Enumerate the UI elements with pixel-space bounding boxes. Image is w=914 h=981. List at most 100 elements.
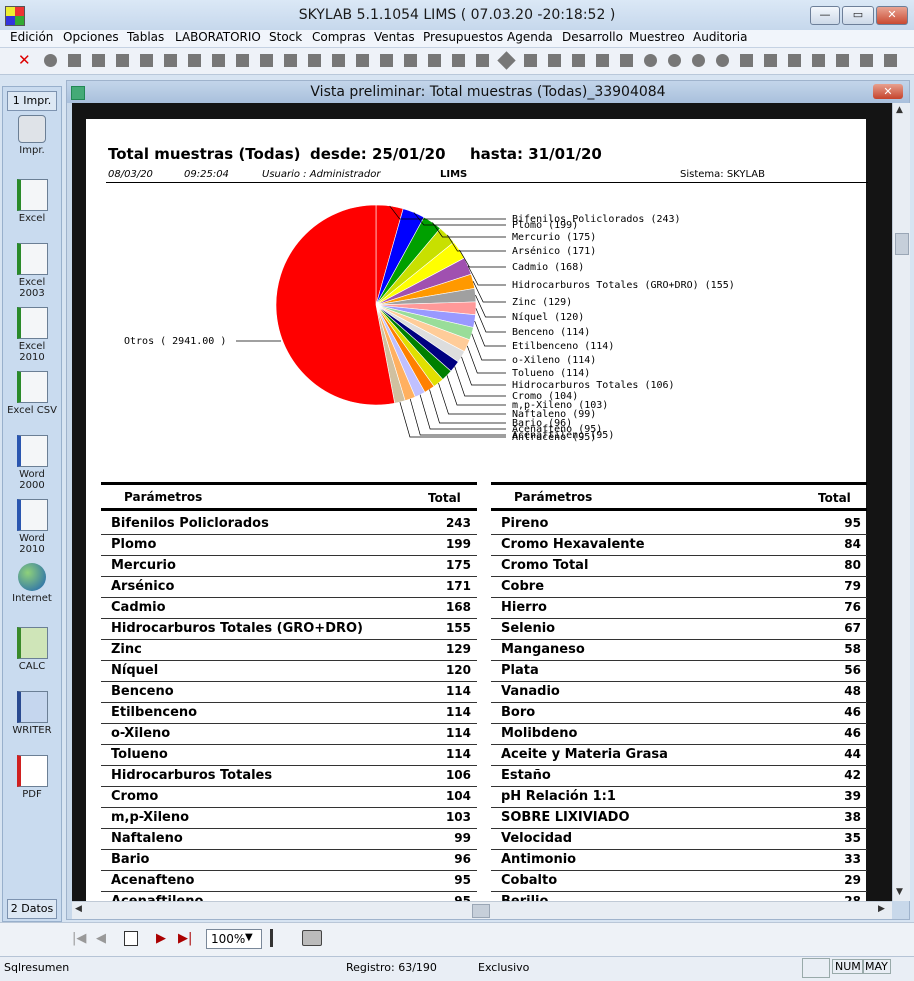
export-excel-csv[interactable]: Excel CSV: [5, 371, 59, 416]
export-word-2010[interactable]: Word 2010: [5, 499, 59, 555]
status-registro: Registro: 63/190: [346, 961, 437, 974]
export-internet[interactable]: Internet: [5, 563, 59, 604]
menu-desarrollo[interactable]: Desarrollo: [562, 30, 623, 44]
toolbar-button-8[interactable]: [212, 54, 225, 67]
first-page-icon[interactable]: |◀: [72, 931, 86, 946]
export-excel[interactable]: Excel: [5, 179, 59, 224]
toolbar-button-31[interactable]: [764, 54, 777, 67]
last-page-icon[interactable]: ▶|: [178, 931, 192, 946]
menu-laboratorio[interactable]: LABORATORIO: [175, 30, 261, 44]
export-pdf[interactable]: PDF: [5, 755, 59, 800]
toolbar-button-5[interactable]: [140, 54, 153, 67]
toolbar-button-1[interactable]: [44, 54, 57, 67]
toolbar-button-16[interactable]: [404, 54, 417, 67]
toolbar-button-7[interactable]: [188, 54, 201, 67]
report-viewport[interactable]: Total muestras (Todas) desde: 25/01/20 h…: [72, 103, 892, 901]
toolbar-button-26[interactable]: [644, 54, 657, 67]
export-impr[interactable]: Impr.: [5, 115, 59, 156]
excel-icon: [16, 243, 48, 275]
print-icon[interactable]: [302, 930, 322, 946]
data-tab-button[interactable]: 2 Datos: [7, 899, 57, 919]
param-total: 155: [445, 621, 471, 635]
vertical-scroll-thumb[interactable]: [895, 233, 909, 255]
toolbar-button-11[interactable]: [284, 54, 297, 67]
vertical-scrollbar[interactable]: ▲ ▼: [892, 103, 910, 901]
prev-page-icon[interactable]: ◀: [96, 931, 106, 946]
table-row: Tolueno 114: [101, 745, 477, 766]
minimize-button[interactable]: —: [810, 6, 840, 25]
pie-label: Zinc (129): [512, 297, 572, 308]
export-calc[interactable]: CALC: [5, 627, 59, 672]
menu-opciones[interactable]: Opciones: [63, 30, 119, 44]
toolbar-button-2[interactable]: [68, 54, 81, 67]
toolbar-button-20[interactable]: [497, 51, 516, 70]
pie-leader-line: [466, 345, 506, 374]
print-tab-button[interactable]: 1 Impr.: [7, 91, 57, 111]
export-word-2000[interactable]: Word 2000: [5, 435, 59, 491]
menu-ventas[interactable]: Ventas: [374, 30, 415, 44]
menu-stock[interactable]: Stock: [269, 30, 302, 44]
param-total: 46: [844, 705, 861, 719]
toolbar-button-36[interactable]: [884, 54, 897, 67]
toolbar-button-21[interactable]: [524, 54, 537, 67]
export-excel-2003[interactable]: Excel 2003: [5, 243, 59, 299]
menu-presupuestos[interactable]: Presupuestos: [423, 30, 503, 44]
toolbar-button-34[interactable]: [836, 54, 849, 67]
toolbar-button-14[interactable]: [356, 54, 369, 67]
export-writer[interactable]: WRITER: [5, 691, 59, 736]
scroll-right-arrow[interactable]: ▶: [878, 904, 885, 914]
toolbar: ✕: [0, 48, 914, 75]
param-name: Níquel: [111, 663, 159, 678]
menu-edicion[interactable]: Edición: [10, 30, 53, 44]
pie-leader-line: [471, 333, 506, 361]
toolbar-button-12[interactable]: [308, 54, 321, 67]
close-button[interactable]: ✕: [876, 6, 908, 25]
zoom-select[interactable]: 100% ▼: [206, 929, 262, 949]
toolbar-button-29[interactable]: [716, 54, 729, 67]
param-name: Acenaftileno: [111, 894, 203, 901]
toolbar-button-25[interactable]: [620, 54, 633, 67]
menu-agenda[interactable]: Agenda: [507, 30, 553, 44]
toolbar-button-27[interactable]: [668, 54, 681, 67]
toolbar-button-22[interactable]: [548, 54, 561, 67]
toolbar-button-33[interactable]: [812, 54, 825, 67]
cancel-icon[interactable]: ✕: [18, 51, 33, 69]
toolbar-button-30[interactable]: [740, 54, 753, 67]
scroll-up-arrow[interactable]: ▲: [896, 105, 903, 115]
toolbar-button-15[interactable]: [380, 54, 393, 67]
horizontal-scroll-thumb[interactable]: [472, 904, 490, 918]
status-blank-panel: [802, 958, 830, 978]
toolbar-button-35[interactable]: [860, 54, 873, 67]
horizontal-scrollbar[interactable]: ◀ ▶: [72, 901, 892, 919]
next-page-icon[interactable]: ▶: [156, 931, 166, 946]
pie-chart: Bifenilos Policlorados (243)Plomo (199)M…: [124, 205, 735, 443]
toolbar-button-3[interactable]: [92, 54, 105, 67]
menu-tablas[interactable]: Tablas: [127, 30, 164, 44]
pie-leader-line: [461, 356, 506, 386]
menu-auditoria[interactable]: Auditoria: [693, 30, 747, 44]
toolbar-button-23[interactable]: [572, 54, 585, 67]
toolbar-button-18[interactable]: [452, 54, 465, 67]
table-row: Pireno 95: [491, 514, 867, 535]
maximize-button[interactable]: ▭: [842, 6, 874, 25]
chevron-down-icon[interactable]: ▼: [245, 932, 253, 943]
toolbar-button-10[interactable]: [260, 54, 273, 67]
preview-close-button[interactable]: ✕: [873, 84, 903, 99]
menu-muestreo[interactable]: Muestreo: [629, 30, 685, 44]
toolbar-button-24[interactable]: [596, 54, 609, 67]
scroll-left-arrow[interactable]: ◀: [75, 904, 82, 914]
toolbar-button-4[interactable]: [116, 54, 129, 67]
export-excel-2010[interactable]: Excel 2010: [5, 307, 59, 363]
exit-icon[interactable]: [270, 929, 291, 947]
toolbar-button-19[interactable]: [476, 54, 489, 67]
toolbar-button-6[interactable]: [164, 54, 177, 67]
menu-compras[interactable]: Compras: [312, 30, 366, 44]
toolbar-button-9[interactable]: [236, 54, 249, 67]
toolbar-button-32[interactable]: [788, 54, 801, 67]
toolbar-button-28[interactable]: [692, 54, 705, 67]
pages-icon[interactable]: [124, 931, 138, 946]
status-mode: Exclusivo: [478, 961, 530, 974]
scroll-down-arrow[interactable]: ▼: [896, 887, 903, 897]
toolbar-button-17[interactable]: [428, 54, 441, 67]
toolbar-button-13[interactable]: [332, 54, 345, 67]
